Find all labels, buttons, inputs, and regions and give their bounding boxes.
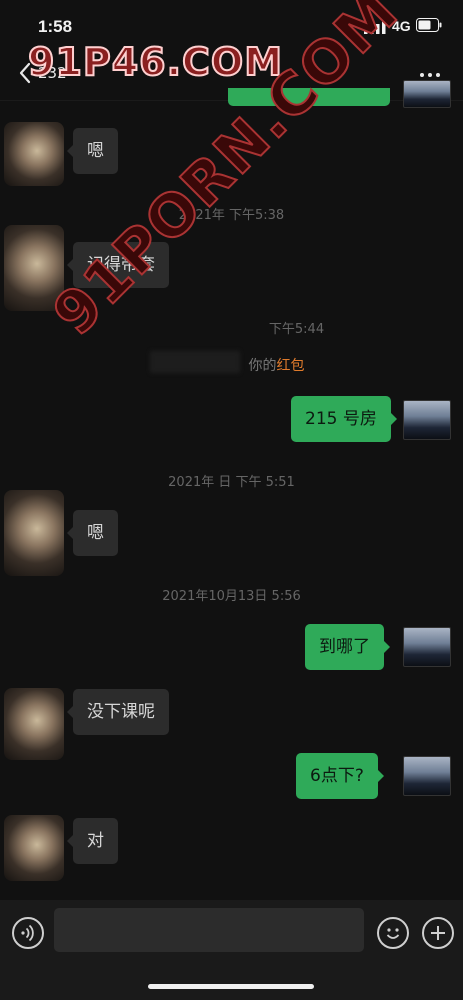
message-bubble[interactable]: 嗯 xyxy=(67,128,118,174)
redacted-block xyxy=(150,351,240,373)
plus-icon[interactable] xyxy=(422,917,454,949)
avatar[interactable] xyxy=(4,815,64,881)
avatar[interactable] xyxy=(4,122,64,186)
message-bubble[interactable]: 6点下? xyxy=(296,753,384,799)
avatar[interactable] xyxy=(403,80,451,108)
emoji-icon[interactable] xyxy=(377,917,409,949)
status-time: 1:58 xyxy=(38,17,73,36)
home-indicator[interactable] xyxy=(148,984,314,989)
avatar[interactable] xyxy=(403,400,451,440)
timestamp: 2021年10月13日 5:56 xyxy=(162,589,301,604)
avatar[interactable] xyxy=(4,490,64,576)
watermark-top: 91P46.COM xyxy=(27,39,284,85)
timestamp: 2021年 下午5:38 xyxy=(178,208,285,223)
red-packet-text: 你的 xyxy=(248,358,277,374)
avatar[interactable] xyxy=(4,688,64,760)
message-input[interactable] xyxy=(54,908,364,952)
message-bubble[interactable]: 没下课呢 xyxy=(67,689,169,735)
timestamp: 2021年 日 下午 5:51 xyxy=(168,475,295,490)
red-packet-notice[interactable]: 你的红包 xyxy=(0,351,463,375)
voice-icon[interactable] xyxy=(12,917,44,949)
avatar[interactable] xyxy=(403,627,451,667)
battery-icon xyxy=(416,18,442,32)
message-bubble[interactable]: 对 xyxy=(67,818,118,864)
message-bubble[interactable]: 215 号房 xyxy=(291,396,397,442)
message-bubble[interactable]: 嗯 xyxy=(67,510,118,556)
avatar[interactable] xyxy=(403,756,451,796)
message-bubble[interactable]: 到哪了 xyxy=(305,624,390,670)
more-icon[interactable] xyxy=(418,62,444,82)
red-packet-link[interactable]: 红包 xyxy=(277,358,305,374)
